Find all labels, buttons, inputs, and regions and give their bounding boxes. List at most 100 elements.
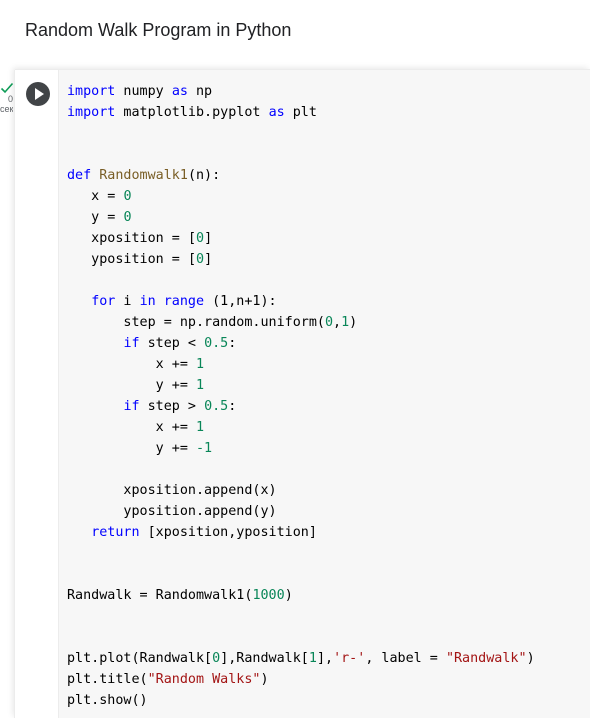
code-content: import numpy as np import matplotlib.pypl… <box>67 81 535 711</box>
code-token: 1 <box>196 378 205 393</box>
code-line: y += 1 <box>67 375 535 396</box>
code-token: ) <box>349 315 358 330</box>
code-token: np <box>187 84 213 99</box>
code-token: plt.plot(Randwalk[ <box>67 651 213 666</box>
code-token: -1 <box>196 441 213 456</box>
code-token: 0 <box>324 315 334 330</box>
code-line: plt.title("Random Walks") <box>67 669 535 690</box>
code-line: Randwalk = Randomwalk1(1000) <box>67 585 535 606</box>
play-icon <box>35 88 44 100</box>
execution-count: 0 <box>7 94 13 104</box>
code-token: range <box>163 294 205 309</box>
code-line: yposition = [0] <box>67 249 535 270</box>
code-token: step = np.random.uniform( <box>67 315 325 330</box>
code-token: import <box>67 84 116 99</box>
code-token: ) <box>260 672 269 687</box>
code-token: 0 <box>196 231 205 246</box>
code-token: y += <box>67 378 196 393</box>
code-token: [ <box>187 252 196 267</box>
code-token: "Random Walks" <box>147 672 261 687</box>
code-token: x += <box>67 357 196 372</box>
code-token: x += <box>67 420 196 435</box>
code-token: step < <box>139 336 205 351</box>
code-token: if <box>123 336 140 351</box>
code-token: for <box>91 294 116 309</box>
code-token: [xposition,yposition] <box>139 525 317 540</box>
code-token: ) <box>284 588 293 603</box>
code-token: [ <box>187 231 196 246</box>
code-token: ],Randwalk[ <box>220 651 309 666</box>
code-token: 1 <box>196 357 205 372</box>
code-token: 0 <box>123 210 132 225</box>
section-heading: Random Walk Program in Python <box>25 20 292 40</box>
code-token: as <box>171 84 188 99</box>
code-token: i <box>115 294 140 309</box>
code-token: Randomwalk1 <box>99 168 188 183</box>
code-token: return <box>91 525 140 540</box>
code-token: 0 <box>123 189 132 204</box>
code-line: import numpy as np <box>67 81 535 102</box>
code-token: (1,n+1): <box>204 294 277 309</box>
code-line: def Randomwalk1(n): <box>67 165 535 186</box>
code-token: Randwalk = Randomwalk1( <box>67 588 253 603</box>
code-token: import <box>67 105 116 120</box>
code-line: for i in range (1,n+1): <box>67 291 535 312</box>
code-token: yposition = <box>67 252 188 267</box>
code-token: 0.5 <box>204 336 229 351</box>
code-token: y += <box>67 441 196 456</box>
code-token: 1000 <box>252 588 285 603</box>
code-token: if <box>123 399 140 414</box>
code-token: : <box>228 336 237 351</box>
code-line: step = np.random.uniform(0,1) <box>67 312 535 333</box>
check-icon <box>0 82 14 94</box>
code-line: x += 1 <box>67 354 535 375</box>
code-token: , label = <box>365 651 446 666</box>
code-line: x = 0 <box>67 186 535 207</box>
code-token: : <box>228 399 237 414</box>
code-token: in <box>139 294 156 309</box>
code-line: xposition.append(x) <box>67 480 535 501</box>
code-line: y += -1 <box>67 438 535 459</box>
run-cell-button[interactable] <box>26 82 50 106</box>
code-token: ], <box>316 651 334 666</box>
code-line: if step > 0.5: <box>67 396 535 417</box>
code-token: (n): <box>187 168 221 183</box>
code-token: plt.show() <box>67 693 148 708</box>
code-token: 1 <box>196 420 205 435</box>
code-line: return [xposition,yposition] <box>67 522 535 543</box>
code-token: 0 <box>212 651 221 666</box>
code-token: ] <box>204 231 213 246</box>
code-line: yposition.append(y) <box>67 501 535 522</box>
code-line: y = 0 <box>67 207 535 228</box>
code-token: plt <box>284 105 317 120</box>
code-token: as <box>268 105 285 120</box>
code-line: plt.show() <box>67 690 535 711</box>
code-line: if step < 0.5: <box>67 333 535 354</box>
code-token: "Randwalk" <box>445 651 527 666</box>
code-token: ] <box>204 252 213 267</box>
code-editor[interactable]: import numpy as np import matplotlib.pypl… <box>58 70 590 718</box>
code-line: xposition = [0] <box>67 228 535 249</box>
code-token: matplotlib.pyplot <box>115 105 269 120</box>
code-line: import matplotlib.pyplot as plt <box>67 102 535 123</box>
code-token: xposition = <box>67 231 188 246</box>
code-token: , <box>333 315 342 330</box>
code-token: 1 <box>341 315 350 330</box>
code-line: plt.plot(Randwalk[0],Randwalk[1],'r-', l… <box>67 648 535 669</box>
code-line: x += 1 <box>67 417 535 438</box>
code-token: x = <box>67 189 124 204</box>
code-cell[interactable]: import numpy as np import matplotlib.pypl… <box>15 70 590 718</box>
code-token: plt.title( <box>67 672 148 687</box>
execution-time-unit: сек. <box>0 104 13 114</box>
